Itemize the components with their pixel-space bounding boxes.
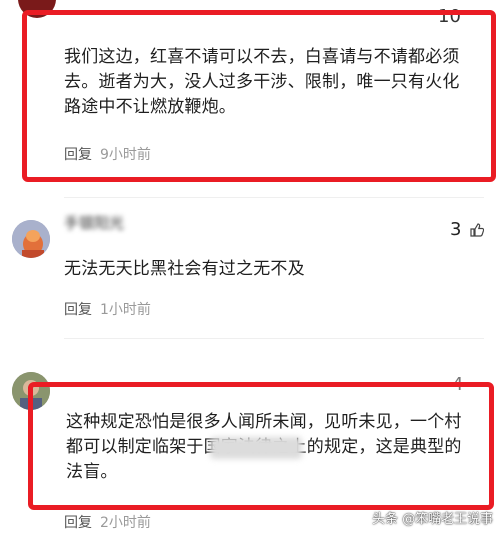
redaction-blur: [210, 437, 302, 459]
comment-meta: 回复 2小时前: [64, 512, 151, 532]
comment-meta: 回复 1小时前: [64, 299, 151, 319]
comment-meta: 回复 9小时前: [64, 144, 151, 164]
divider: [64, 197, 484, 198]
comment-text: 我们这边，红喜不请可以不去，白喜请与不请都必须去。逝者为大，没人过多干涉、限制，…: [64, 47, 460, 117]
reply-link[interactable]: 回复: [64, 302, 92, 318]
avatar-image: [12, 220, 50, 258]
comment-text: 无法无天比黑社会有过之无不及: [64, 259, 305, 279]
reply-link[interactable]: 回复: [64, 147, 92, 163]
like-count: 3: [450, 219, 462, 240]
timestamp: 2小时前: [100, 515, 151, 531]
watermark: 头条 @笨嘴老王说事: [372, 512, 494, 527]
reply-link[interactable]: 回复: [64, 515, 92, 531]
avatar[interactable]: [12, 220, 50, 258]
timestamp: 1小时前: [100, 302, 151, 318]
username[interactable]: 手银阳光: [64, 212, 124, 232]
timestamp: 9小时前: [100, 147, 151, 163]
divider: [64, 338, 484, 339]
thumb-up-icon[interactable]: [470, 223, 484, 237]
